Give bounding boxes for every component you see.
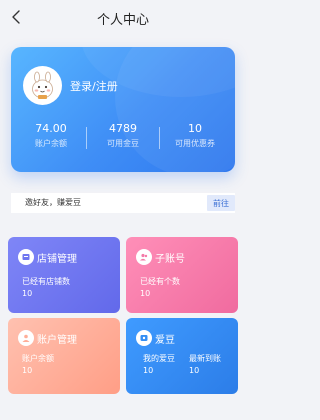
user-icon [18,330,34,346]
stat-value: 74.00 [35,122,67,135]
subaccount-tile[interactable]: 子账号 已经有个数 10 [126,237,238,313]
page-title: 个人中心 [96,13,149,28]
users-icon [136,249,152,265]
stat-value: 10 [188,122,202,135]
invite-banner: 邀好友，赚爱豆 前往 [11,193,235,213]
invite-text: 邀好友，赚爱豆 [25,198,81,207]
top-bar: 个人中心 [0,0,246,36]
shop-icon [18,249,34,265]
login-register-link[interactable]: 登录/注册 [70,78,118,94]
stat-value: 4789 [109,122,137,135]
avatar[interactable] [23,66,62,105]
stat-divider [86,127,87,149]
bean-icon [136,330,152,346]
stat-label: 可用优惠券 [175,139,215,148]
tile-title: 子账号 [155,254,185,265]
tile-title: 店铺管理 [37,254,77,265]
profile-card: 登录/注册 74.00 账户余额 4789 可用金豆 10 可用优惠券 [11,47,235,172]
stat-gold-beans[interactable]: 4789 可用金豆 [88,122,158,149]
shop-management-tile[interactable]: 店铺管理 已经有店铺数 10 [8,237,120,313]
goto-button[interactable]: 前往 [207,195,235,211]
stat-coupons[interactable]: 10 可用优惠券 [160,122,230,149]
tile-value: 10 [143,366,154,375]
stat-label: 可用金豆 [107,139,139,148]
tile-value: 10 [22,366,33,375]
tile-title: 爱豆 [155,335,175,346]
tile-subtitle: 账户余额 [22,354,54,363]
stat-balance[interactable]: 74.00 账户余额 [16,122,86,149]
account-management-tile[interactable]: 账户管理 账户余额 10 [8,318,120,394]
tile-value: 10 [140,289,151,298]
tile-value: 10 [22,289,33,298]
stat-label: 账户余额 [35,139,67,148]
tile-title: 账户管理 [37,335,77,346]
mascot-avatar-icon [32,71,53,99]
bean-tile[interactable]: 爱豆 我的爱豆 10 最新到账 10 [126,318,238,394]
tile-subtitle: 已经有店铺数 [22,277,70,286]
tile-subtitle: 最新到账 [189,354,221,363]
tile-subtitle: 已经有个数 [140,277,180,286]
account-stats: 74.00 账户余额 4789 可用金豆 10 可用优惠券 [11,122,235,162]
tile-value: 10 [189,366,200,375]
tile-subtitle: 我的爱豆 [143,354,175,363]
